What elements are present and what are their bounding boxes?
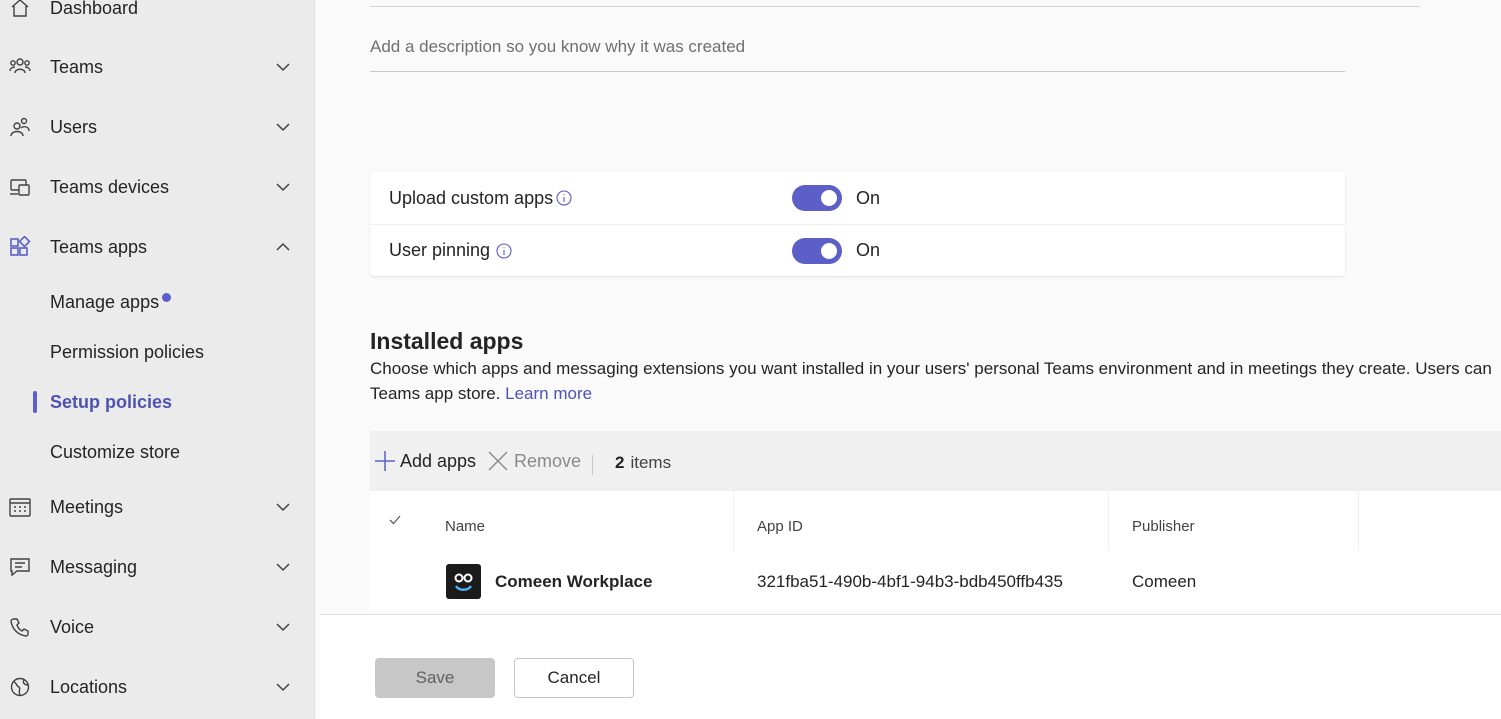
- column-separator: [1358, 491, 1359, 551]
- chevron-down-icon: [276, 123, 290, 132]
- home-icon: [9, 0, 31, 19]
- users-icon: [9, 116, 31, 138]
- setting-label: User pinning: [389, 240, 491, 260]
- toggle-knob: [821, 190, 837, 206]
- calendar-icon: [9, 496, 31, 518]
- toolbar-divider: [592, 455, 593, 475]
- active-indicator: [33, 391, 37, 413]
- apps-icon: [9, 236, 31, 258]
- sub-item-label: Setup policies: [50, 391, 173, 412]
- column-header-app-id[interactable]: App ID: [757, 491, 803, 561]
- select-all-checkmark-icon[interactable]: [388, 513, 402, 527]
- sub-item-customize-store[interactable]: Customize store: [0, 434, 315, 470]
- chevron-down-icon: [276, 503, 290, 512]
- section-description: Choose which apps and messaging extensio…: [370, 356, 1501, 406]
- chevron-up-icon: [276, 242, 290, 251]
- nav-item-label: Meetings: [50, 496, 124, 517]
- setting-label: Upload custom apps: [389, 187, 554, 208]
- section-title: Installed apps: [370, 328, 524, 354]
- phone-icon: [9, 616, 31, 638]
- main-content: Upload custom apps On User pinning On In…: [316, 0, 1501, 719]
- save-button[interactable]: Save: [375, 658, 495, 698]
- nav-item-label: Locations: [50, 676, 128, 697]
- footer-action-bar: Save Cancel: [320, 614, 1501, 719]
- nav-item-label: Dashboard: [50, 0, 139, 18]
- column-header-publisher[interactable]: Publisher: [1132, 491, 1195, 561]
- nav-item-label: Teams apps: [50, 236, 148, 257]
- app-logo-icon: [446, 564, 481, 599]
- setting-row-user-pinning: User pinning On: [370, 224, 1345, 276]
- nav-item-label: Messaging: [50, 556, 138, 577]
- nav-item-teams-devices[interactable]: Teams devices: [0, 167, 315, 207]
- chevron-down-icon: [276, 683, 290, 692]
- nav-item-messaging[interactable]: Messaging: [0, 547, 315, 587]
- chevron-down-icon: [276, 563, 290, 572]
- cancel-button[interactable]: Cancel: [514, 658, 634, 698]
- nav-item-teams[interactable]: Teams: [0, 47, 315, 87]
- nav-item-users[interactable]: Users: [0, 107, 315, 147]
- remove-button[interactable]: Remove: [487, 431, 581, 491]
- info-icon[interactable]: [556, 190, 572, 206]
- sub-item-permission-policies[interactable]: Permission policies: [0, 334, 315, 370]
- app-publisher: Comeen: [1132, 572, 1197, 591]
- nav-item-label: Teams devices: [50, 176, 170, 197]
- chat-icon: [9, 556, 31, 578]
- installed-apps-table: Name App ID Publisher Comeen Workplace 3…: [370, 491, 1501, 611]
- add-apps-button[interactable]: Add apps: [374, 431, 476, 491]
- nav-item-locations[interactable]: Locations: [0, 667, 315, 707]
- items-count-number: 2: [615, 453, 625, 472]
- close-icon: [488, 451, 508, 471]
- column-header-name[interactable]: Name: [445, 491, 485, 561]
- left-nav: Dashboard Teams Users Teams devices Team…: [0, 0, 315, 719]
- chevron-down-icon: [276, 63, 290, 72]
- sub-item-label: Manage apps: [50, 291, 160, 312]
- description-input[interactable]: [370, 32, 1345, 72]
- name-field-underline: [370, 6, 1420, 7]
- chevron-down-icon: [276, 623, 290, 632]
- items-count-suffix: items: [630, 453, 672, 472]
- app-name: Comeen Workplace: [495, 572, 653, 591]
- toggle-state-label: On: [856, 187, 881, 208]
- user-pinning-toggle[interactable]: [792, 237, 842, 264]
- settings-card: Upload custom apps On User pinning On: [370, 172, 1345, 276]
- sub-item-label: Permission policies: [50, 341, 205, 362]
- nav-item-teams-apps[interactable]: Teams apps: [0, 227, 315, 267]
- learn-more-link[interactable]: Learn more: [505, 384, 592, 403]
- nav-item-label: Users: [50, 116, 98, 137]
- table-row[interactable]: Comeen Workplace 321fba51-490b-4bf1-94b3…: [370, 557, 1501, 609]
- items-count: 2 items: [615, 431, 671, 495]
- setting-row-upload-custom-apps: Upload custom apps On: [370, 172, 1345, 224]
- nav-item-meetings[interactable]: Meetings: [0, 487, 315, 527]
- nav-item-label: Teams: [50, 56, 104, 77]
- teams-icon: [9, 56, 31, 78]
- nav-item-dashboard[interactable]: Dashboard: [0, 0, 315, 28]
- toggle-knob: [821, 242, 837, 259]
- description-line: Choose which apps and messaging extensio…: [370, 359, 1492, 378]
- toggle-state-label: On: [856, 240, 881, 260]
- description-text: Teams app store.: [370, 384, 501, 403]
- sub-item-setup-policies[interactable]: Setup policies: [0, 384, 315, 420]
- sub-item-label: Customize store: [50, 441, 181, 462]
- apps-toolbar: Add apps Remove 2 items: [370, 431, 1501, 491]
- nav-item-voice[interactable]: Voice: [0, 607, 315, 647]
- column-separator: [1108, 491, 1109, 551]
- info-icon[interactable]: [496, 242, 512, 259]
- column-separator: [733, 491, 734, 551]
- chevron-down-icon: [276, 183, 290, 192]
- add-apps-label: Add apps: [400, 450, 477, 471]
- app-id: 321fba51-490b-4bf1-94b3-bdb450ffb435: [757, 572, 1063, 591]
- upload-custom-apps-toggle[interactable]: [792, 185, 842, 211]
- sub-item-manage-apps[interactable]: Manage apps: [0, 284, 315, 320]
- globe-icon: [9, 676, 31, 698]
- plus-icon: [375, 451, 395, 471]
- devices-icon: [9, 176, 31, 198]
- remove-label: Remove: [514, 450, 582, 471]
- nav-item-label: Voice: [50, 616, 95, 637]
- notification-dot: [162, 293, 171, 302]
- description-line-2: Teams app store. Learn more: [370, 381, 1501, 406]
